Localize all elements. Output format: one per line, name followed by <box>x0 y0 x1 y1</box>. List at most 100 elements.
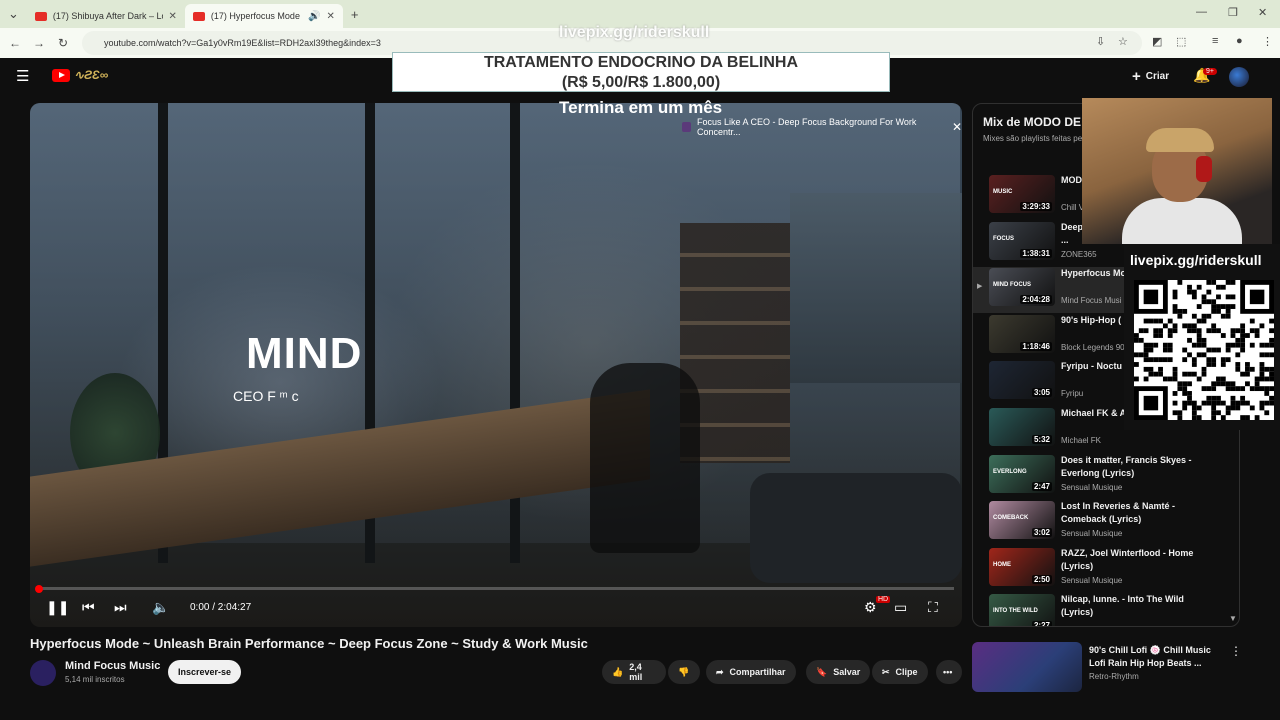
reading-list-icon[interactable]: ≡ <box>1212 35 1218 47</box>
playlist-item-duration: 2:47 <box>1031 481 1052 491</box>
scissors-icon: ✂ <box>882 666 890 677</box>
channel-avatar[interactable] <box>30 660 56 686</box>
like-count: 2,4 mil <box>629 662 643 682</box>
puzzle-extensions-icon[interactable]: ⬚ <box>1176 35 1186 48</box>
playlist-item-thumbnail[interactable]: MUSIC 3:29:33 <box>989 175 1055 213</box>
overlay-close-icon[interactable]: ✕ <box>952 120 962 134</box>
thumbnail-caption: INTO THE WILD <box>993 608 1038 615</box>
browser-tab-2[interactable]: (17) Hyperfocus Mode – U 🔊 ✕ <box>184 4 343 28</box>
browser-menu-icon[interactable]: ⋮ <box>1262 35 1273 48</box>
playlist-item-title[interactable]: RAZZ, Joel Winterflood - Home (Lyrics) <box>1061 547 1211 573</box>
time-display: 0:00 / 2:04:27 <box>190 602 252 613</box>
progress-bar[interactable] <box>38 587 954 590</box>
playlist-item-thumbnail[interactable]: MIND FOCUS 2:04:28 <box>989 268 1055 307</box>
thumbs-down-icon: 👎 <box>678 666 690 677</box>
thumbnail-caption: MUSIC <box>993 189 1013 195</box>
install-app-icon[interactable]: ⇩ <box>1096 35 1105 48</box>
playlist-item-thumbnail[interactable]: EVERLONG 2:47 <box>989 454 1055 493</box>
more-actions-button[interactable]: ••• <box>936 660 962 684</box>
playlist-item[interactable]: HOME 2:50 RAZZ, Joel Winterflood - Home (L… <box>973 547 1239 593</box>
dislike-button[interactable]: 👎 <box>668 660 700 684</box>
bookmark-icon: 🔖 <box>816 666 828 677</box>
create-label: Criar <box>1145 71 1170 82</box>
youtube-doodle-logo[interactable]: ∿ƧƐ∞ <box>74 68 108 82</box>
playlist-item-thumbnail[interactable]: 1:18:46 <box>989 314 1055 353</box>
share-button[interactable]: ➦ Compartilhar <box>706 660 796 684</box>
create-button[interactable]: + Criar <box>1132 68 1169 85</box>
minimize-icon[interactable]: — <box>1196 6 1207 18</box>
new-tab-plus-icon[interactable]: + <box>343 7 367 22</box>
playlist-item-thumbnail[interactable]: INTO THE WILD 2:27 <box>989 594 1055 626</box>
save-button[interactable]: 🔖 Salvar <box>806 660 871 684</box>
scene-monitors <box>790 193 962 383</box>
thumbnail-caption: EVERLONG <box>993 468 1027 475</box>
back-arrow-icon[interactable]: ← <box>3 36 27 50</box>
progress-scrubber-handle[interactable] <box>35 585 43 593</box>
playlist-item-thumbnail[interactable]: 5:32 <box>989 408 1055 446</box>
thumbnail-caption: MIND FOCUS <box>993 282 1031 289</box>
tab-close-icon[interactable]: ✕ <box>169 11 177 22</box>
playlist-item-title[interactable]: Does it matter, Francis Skyes - Everlong… <box>1061 454 1211 480</box>
tab-close-icon[interactable]: ✕ <box>327 11 335 22</box>
playlist-item-channel: Michael FK <box>1061 436 1102 445</box>
donation-qr-panel: livepix.gg/riderskull <box>1124 244 1280 430</box>
maximize-icon[interactable]: ❐ <box>1228 6 1238 19</box>
fullscreen-icon[interactable]: ⛶ <box>928 599 938 616</box>
channel-name[interactable]: Mind Focus Music <box>65 660 160 672</box>
playlist-item[interactable]: COMEBACK 3:02 Lost In Reveries & Namté - C… <box>973 500 1239 546</box>
share-label: Compartilhar <box>729 667 786 677</box>
playlist-scroll-down-icon[interactable]: ▼ <box>1229 614 1237 623</box>
reload-icon[interactable]: ↻ <box>51 36 75 50</box>
tab-audio-icon[interactable]: 🔊 <box>308 11 320 22</box>
subscribe-button[interactable]: Inscrever-se <box>168 660 241 684</box>
more-vertical-icon[interactable]: ⋮ <box>1230 644 1242 658</box>
suggested-video-card[interactable]: 90's Chill Lofi 🍥 Chill Music Lofi Rain … <box>972 642 1242 692</box>
bookmark-star-icon[interactable]: ☆ <box>1118 35 1128 48</box>
settings-gear-icon[interactable]: ⚙ <box>864 599 877 616</box>
suggested-video-thumbnail[interactable] <box>972 642 1082 692</box>
hamburger-menu-icon[interactable]: ☰ <box>16 67 29 85</box>
tab-title: (17) Shibuya After Dark – Lofi H <box>52 11 163 21</box>
extension-icon[interactable]: ◩ <box>1152 35 1162 48</box>
youtube-logo-icon[interactable] <box>52 69 70 82</box>
playlist-item[interactable]: INTO THE WILD 2:27 Nilcap, lunne. - Into T… <box>973 593 1239 626</box>
playlist-item[interactable]: EVERLONG 2:47 Does it matter, Francis Skye… <box>973 454 1239 500</box>
share-arrow-icon: ➦ <box>716 666 724 677</box>
video-player[interactable]: MIND CEO F ᵐ c Focus Like A CEO - Deep F… <box>30 103 962 627</box>
pause-icon[interactable]: ❚❚ <box>46 599 69 616</box>
account-avatar[interactable] <box>1229 67 1249 87</box>
previous-icon[interactable]: ⏮ <box>82 599 95 616</box>
playlist-item-channel: Sensual Musique <box>1061 529 1123 539</box>
webcam-person-body <box>1122 198 1242 244</box>
playlist-item-thumbnail[interactable]: COMEBACK 3:02 <box>989 501 1055 540</box>
playlist-item-thumbnail[interactable]: FOCUS 1:38:31 <box>989 221 1055 260</box>
tab-list-chevron-icon[interactable]: ⌄ <box>0 6 27 22</box>
plus-icon: + <box>1132 68 1141 85</box>
volume-icon[interactable]: 🔈 <box>152 599 169 616</box>
forward-arrow-icon[interactable]: → <box>27 36 51 50</box>
player-overlay-title: Focus Like A CEO - Deep Focus Background… <box>682 117 962 137</box>
window-close-icon[interactable]: ✕ <box>1258 6 1267 19</box>
save-label: Salvar <box>833 667 861 677</box>
tab-title: (17) Hyperfocus Mode – U <box>210 11 302 21</box>
playlist-item-thumbnail[interactable]: 3:05 <box>989 361 1055 400</box>
url-text: youtube.com/watch?v=Ga1y0vRm19E&list=RDH… <box>104 38 381 48</box>
webcam-person-cap <box>1146 128 1214 152</box>
livepix-watermark: livepix.gg/riderskull <box>559 24 710 41</box>
playlist-item-thumbnail[interactable]: HOME 2:50 <box>989 547 1055 586</box>
scene-chair <box>590 363 700 553</box>
suggested-video-title[interactable]: 90's Chill Lofi 🍥 Chill Music Lofi Rain … <box>1089 644 1229 670</box>
theater-mode-icon[interactable]: ▭ <box>894 599 907 616</box>
playlist-item-duration: 2:04:28 <box>1020 295 1052 305</box>
playlist-item-title[interactable]: Nilcap, lunne. - Into The Wild (Lyrics) <box>1061 593 1211 619</box>
thumbnail-caption: COMEBACK <box>993 515 1029 522</box>
like-button[interactable]: 👍 2,4 mil <box>602 660 666 684</box>
browser-tab-1[interactable]: (17) Shibuya After Dark – Lofi H ✕ <box>27 4 185 28</box>
next-icon[interactable]: ⏭ <box>114 599 127 616</box>
profile-avatar-icon[interactable]: ● <box>1236 35 1243 47</box>
playlist-item-title[interactable]: Lost In Reveries & Namté - Comeback (Lyr… <box>1061 500 1211 526</box>
banner-goal-amount: (R$ 5,00/R$ 1.800,00) <box>561 74 721 91</box>
playlist-item-duration: 3:29:33 <box>1020 202 1052 211</box>
thumbnail-caption: FOCUS <box>993 235 1014 242</box>
clip-button[interactable]: ✂ Clipe <box>872 660 928 684</box>
